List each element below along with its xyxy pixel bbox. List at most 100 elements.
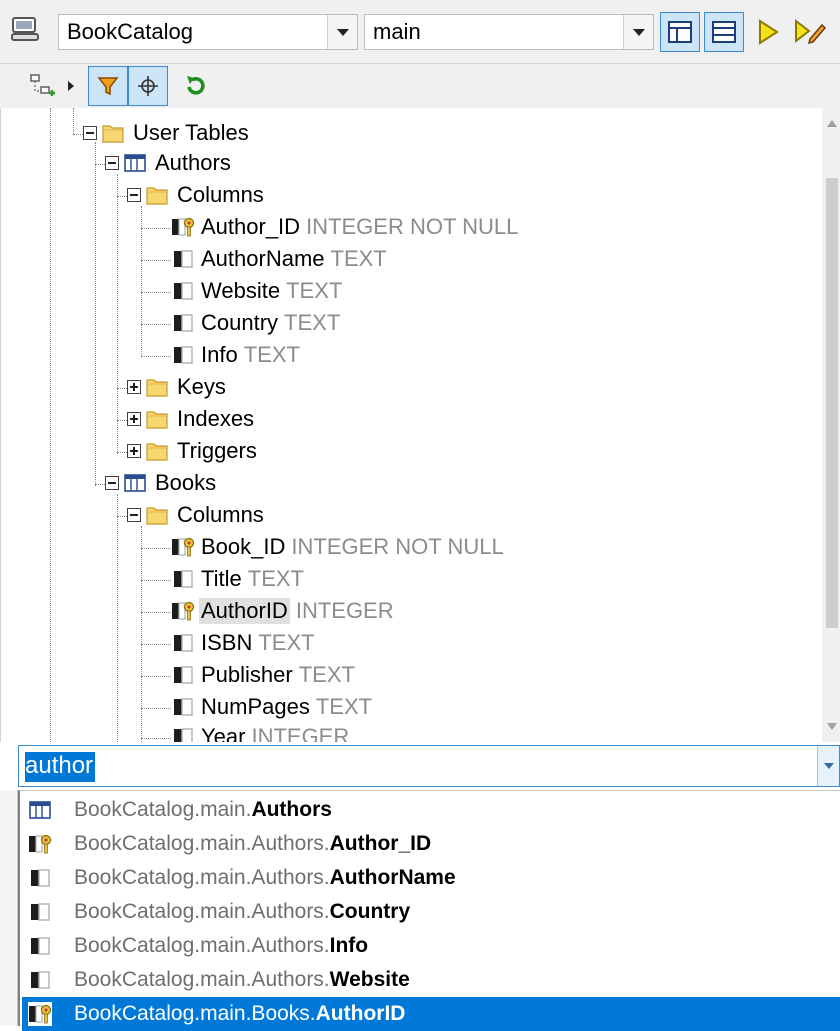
column-name: AuthorName [201,246,325,271]
tree-node-label: Authors [155,150,231,175]
column-name: Author_ID [201,214,301,239]
tree-connector [117,516,127,517]
column-type: INTEGER NOT NULL [291,534,504,559]
execute-icon [759,19,779,45]
tree-guide-line [117,494,118,742]
tree-node-column[interactable]: Country TEXT [171,308,340,338]
column-name: Publisher [201,662,293,687]
tree-connector [141,292,171,293]
chevron-down-icon[interactable] [327,15,357,49]
tree-node-keys[interactable]: Keys [127,372,226,402]
expand-icon[interactable] [127,444,141,458]
column-type: INTEGER [295,598,394,623]
scroll-up-icon[interactable] [827,120,837,127]
tree-node-user-tables[interactable]: User Tables [83,118,249,148]
folder-icon [145,183,169,207]
tree-node-column[interactable]: Info TEXT [171,340,300,370]
column-type: TEXT [330,246,387,271]
tree-node-books-columns[interactable]: Columns [127,500,264,530]
schema-select-value: main [373,19,421,44]
column-icon [171,567,195,591]
column-icon [28,934,52,958]
scroll-down-icon[interactable] [827,723,837,730]
column-name: Year [201,724,246,742]
scrollbar-thumb[interactable] [826,178,838,628]
tree-node-triggers[interactable]: Triggers [127,436,257,466]
tree-node-column[interactable]: Book_ID INTEGER NOT NULL [171,532,504,562]
tree-connector [95,484,105,485]
layout-split-button[interactable] [704,12,744,52]
result-path: BookCatalog.main. [74,798,252,821]
result-item[interactable]: BookCatalog.main.Authors. Website [22,963,840,997]
column-icon [28,866,52,890]
tree-node-column[interactable]: Year INTEGER [171,722,349,742]
column-icon [171,725,195,742]
result-item[interactable]: BookCatalog.main.Authors. Info [22,929,840,963]
database-select[interactable]: BookCatalog [58,14,358,50]
tree-node-column[interactable]: NumPages TEXT [171,692,372,722]
key-column-icon [28,1002,52,1026]
tree-node-label: Triggers [177,438,257,463]
expand-icon[interactable] [127,412,141,426]
folder-icon [145,439,169,463]
chevron-down-icon[interactable] [817,746,839,786]
refresh-button[interactable] [176,66,216,106]
tree-node-column[interactable]: AuthorName TEXT [171,244,387,274]
result-item[interactable]: BookCatalog.main.Authors. Author_ID [22,827,840,861]
find-object-input[interactable] [25,750,805,782]
locate-button[interactable] [128,66,168,106]
tree-node-column[interactable]: Author_ID INTEGER NOT NULL [171,212,518,242]
tree-node-column-highlighted[interactable]: AuthorID INTEGER [171,596,394,626]
result-item[interactable]: BookCatalog.main.Authors. AuthorName [22,861,840,895]
column-type: TEXT [284,310,341,335]
collapse-icon[interactable] [105,476,119,490]
column-icon [28,968,52,992]
schema-select[interactable]: main [364,14,654,50]
execute-edit-icon [795,18,827,45]
collapse-icon[interactable] [127,188,141,202]
result-item[interactable]: BookCatalog.main. Authors [22,793,840,827]
column-type: TEXT [258,630,315,655]
key-column-icon [171,535,195,559]
collapse-icon[interactable] [83,126,97,140]
collapse-icon[interactable] [105,156,119,170]
filter-button[interactable] [88,66,128,106]
tree-scrollbar[interactable] [822,108,840,742]
result-path: BookCatalog.main.Authors. [74,900,330,923]
tree-node-column[interactable]: ISBN TEXT [171,628,315,658]
layout-button[interactable] [660,12,700,52]
add-object-dropdown[interactable] [62,66,80,106]
column-type: TEXT [247,566,304,591]
expand-icon[interactable] [127,380,141,394]
tree-node-authors-columns[interactable]: Columns [127,180,264,210]
tree-connector [141,260,171,261]
add-object-button[interactable] [22,66,62,106]
tree-node-books[interactable]: Books [105,468,216,498]
locate-icon [138,76,158,96]
table-icon [123,151,147,175]
tree-guide-line [117,174,118,454]
column-name: Website [201,278,281,303]
database-select-value: BookCatalog [67,19,193,44]
search-results-list: BookCatalog.main. Authors BookCatalog.mai… [18,790,840,1031]
tree-node-indexes[interactable]: Indexes [127,404,254,434]
tree-node-column[interactable]: Website TEXT [171,276,342,306]
tree-connector [141,644,171,645]
execute-edit-button[interactable] [790,12,830,52]
collapse-icon[interactable] [127,508,141,522]
folder-icon [101,121,125,145]
tree-node-label: User Tables [133,120,249,145]
browser-toolbar [0,64,840,108]
tree-connector [141,548,171,549]
result-item[interactable]: BookCatalog.main.Authors. Country [22,895,840,929]
tree-node-column[interactable]: Publisher TEXT [171,660,355,690]
column-type: TEXT [286,278,343,303]
folder-icon [145,375,169,399]
chevron-down-icon[interactable] [623,15,653,49]
find-object-combobox[interactable] [18,745,840,787]
tree-connector [141,580,171,581]
tree-node-column[interactable]: Title TEXT [171,564,304,594]
tree-node-authors[interactable]: Authors [105,148,231,178]
column-name: Country [201,310,279,335]
execute-button[interactable] [748,12,788,52]
